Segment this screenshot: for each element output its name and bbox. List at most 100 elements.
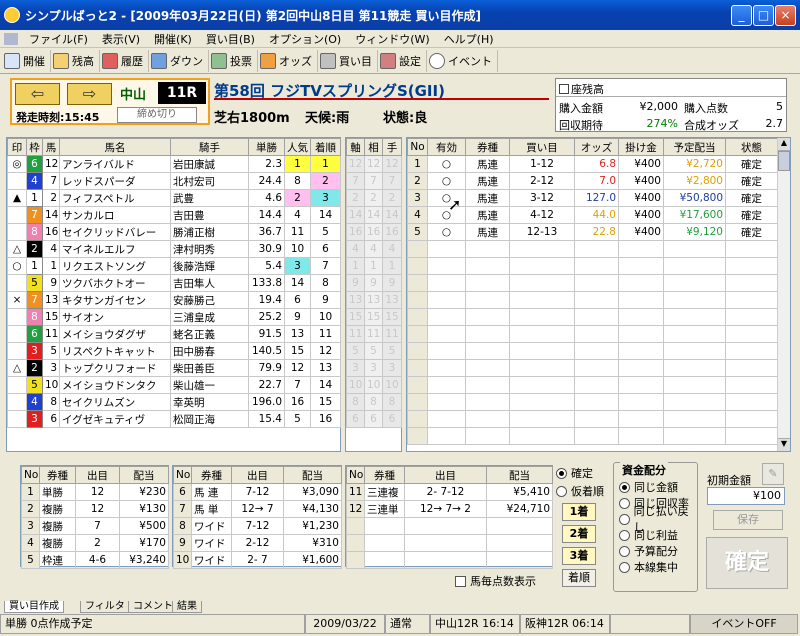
axis-cell[interactable]: 8 — [346, 393, 365, 411]
bet-col-header[interactable]: 予定配当 — [663, 138, 726, 156]
axis-cell[interactable]: 11 — [382, 325, 402, 343]
balance-mode-checkbox[interactable]: 座残高 — [559, 81, 604, 97]
bet-row[interactable] — [407, 359, 778, 377]
edit-icon[interactable]: ✎ — [762, 463, 784, 485]
mark-cell[interactable] — [7, 206, 27, 224]
menu-meeting[interactable]: 開催(K) — [147, 31, 199, 47]
horse-col-header[interactable]: 人気 — [284, 138, 311, 156]
axis-cell[interactable]: 10 — [364, 376, 383, 394]
axis-cell[interactable]: 15 — [346, 308, 365, 326]
axis-cell[interactable]: 1 — [382, 257, 402, 275]
menu-bets[interactable]: 買い目(B) — [199, 31, 262, 47]
horse-row[interactable]: 3 6 イグゼキュティヴ 松岡正海 15.4 5 16 — [7, 410, 341, 428]
mark-cell[interactable] — [7, 376, 27, 394]
bet-row[interactable] — [407, 376, 778, 394]
bet-valid[interactable] — [427, 376, 466, 394]
maximize-button[interactable]: □ — [753, 5, 774, 26]
bet-row[interactable] — [407, 393, 778, 411]
bet-valid[interactable] — [427, 291, 466, 309]
bet-col-header[interactable]: オッズ — [574, 138, 619, 156]
bet-scrollbar[interactable]: ▲ ▼ — [777, 138, 790, 451]
tool-meeting[interactable]: 開催 — [2, 49, 51, 72]
horse-row[interactable]: 6 11 メイショウダグザ 蛯名正義 91.5 13 11 — [7, 325, 341, 343]
mark-cell[interactable] — [7, 342, 27, 360]
axis-cell[interactable]: 6 — [346, 410, 365, 428]
axis-cell[interactable]: 16 — [346, 223, 365, 241]
bet-col-header[interactable]: 券種 — [465, 138, 510, 156]
bet-row[interactable] — [407, 240, 778, 258]
menu-window[interactable]: ウィンドウ(W) — [348, 31, 436, 47]
bet-row[interactable]: 5 ○ 馬連 12-13 22.8 ¥400 ¥9,120 確定 — [407, 223, 778, 241]
menu-file[interactable]: ファイル(F) — [22, 31, 95, 47]
horse-row[interactable]: 8 16 セイクリッドバレー 勝浦正樹 36.7 11 5 — [7, 223, 341, 241]
axis-cell[interactable]: 8 — [382, 393, 402, 411]
tool-balance[interactable]: 残高 — [51, 49, 100, 72]
axis-cell[interactable]: 4 — [346, 240, 365, 258]
bet-col-header[interactable]: 有効 — [427, 138, 466, 156]
axis-cell[interactable]: 5 — [382, 342, 402, 360]
bet-valid[interactable] — [427, 240, 466, 258]
tool-vote[interactable]: 投票 — [209, 49, 258, 72]
third-place-button[interactable]: 3着 — [562, 547, 596, 565]
menu-view[interactable]: 表示(V) — [95, 31, 147, 47]
scroll-thumb[interactable] — [778, 151, 790, 171]
mark-cell[interactable] — [7, 172, 27, 190]
close-button[interactable]: × — [775, 5, 796, 26]
tool-odds[interactable]: オッズ — [258, 49, 318, 72]
tool-event[interactable]: イベント — [427, 49, 498, 72]
axis-cell[interactable]: 7 — [382, 172, 402, 190]
menu-help[interactable]: ヘルプ(H) — [437, 31, 501, 47]
axis-cell[interactable]: 10 — [346, 376, 365, 394]
axis-cell[interactable]: 3 — [364, 359, 383, 377]
axis-cell[interactable]: 4 — [382, 240, 402, 258]
horse-row[interactable]: 3 5 リスペクトキャット 田中勝春 140.5 15 12 — [7, 342, 341, 360]
axis-cell[interactable]: 3 — [382, 359, 402, 377]
minimize-button[interactable]: _ — [731, 5, 752, 26]
horse-row[interactable]: ▲ 1 2 フィフスペトル 武豊 4.6 2 3 — [7, 189, 341, 207]
first-place-button[interactable]: 1着 — [562, 503, 596, 521]
bet-valid[interactable]: ○ — [427, 172, 466, 190]
bet-row[interactable] — [407, 257, 778, 275]
mark-cell[interactable] — [7, 308, 27, 326]
axis-cell[interactable]: 15 — [382, 308, 402, 326]
save-button[interactable]: 保存 — [713, 510, 783, 530]
horse-row[interactable]: 5 9 ツクバホクトオー 吉田隼人 133.8 14 8 — [7, 274, 341, 292]
bet-valid[interactable]: ○ — [427, 155, 466, 173]
axis-cell[interactable]: 9 — [382, 274, 402, 292]
tool-bets[interactable]: 買い目 — [318, 49, 378, 72]
horse-col-header[interactable]: 騎手 — [170, 138, 249, 156]
horse-row[interactable]: 5 10 メイショウドンタク 柴山雄一 22.7 7 14 — [7, 376, 341, 394]
axis-cell[interactable]: 8 — [364, 393, 383, 411]
bet-row[interactable]: 3 ○ 馬連 3-12 127.0 ¥400 ¥50,800 確定 — [407, 189, 778, 207]
mark-cell[interactable]: △ — [7, 240, 27, 258]
fund-same-payout-radio[interactable]: 同じ払い戻し — [619, 505, 697, 534]
close-timer-button[interactable]: 締め切り — [117, 107, 197, 123]
fund-budget-radio[interactable]: 予算配分 — [619, 543, 697, 559]
tab-comment[interactable]: コメント — [128, 601, 178, 613]
axis-cell[interactable]: 10 — [382, 376, 402, 394]
bet-valid[interactable]: ○ — [427, 223, 466, 241]
bet-col-header[interactable]: 掛け金 — [618, 138, 664, 156]
horse-row[interactable]: ○ 1 1 リクエストソング 後藤浩輝 5.4 3 7 — [7, 257, 341, 275]
status-event[interactable]: イベントOFF — [690, 614, 798, 634]
horse-row[interactable]: 4 8 セイクリムズン 幸英明 196.0 16 15 — [7, 393, 341, 411]
axis-cell[interactable]: 1 — [364, 257, 383, 275]
fund-same-amount-radio[interactable]: 同じ金額 — [619, 479, 697, 495]
tab-filter[interactable]: フィルタ — [80, 601, 130, 613]
horse-row[interactable]: △ 2 3 トップクリフォード 柴田善臣 79.9 12 13 — [7, 359, 341, 377]
scroll-up-arrow[interactable]: ▲ — [778, 138, 790, 151]
bet-row[interactable]: 1 ○ 馬連 1-12 6.8 ¥400 ¥2,720 確定 — [407, 155, 778, 173]
axis-cell[interactable]: 11 — [346, 325, 365, 343]
tool-settings[interactable]: 設定 — [378, 49, 427, 72]
order-button[interactable]: 着順 — [562, 569, 596, 587]
axis-cell[interactable]: 7 — [346, 172, 365, 190]
axis-cell[interactable]: 4 — [364, 240, 383, 258]
mark-cell[interactable]: △ — [7, 359, 27, 377]
bet-valid[interactable] — [427, 325, 466, 343]
axis-cell[interactable]: 9 — [364, 274, 383, 292]
bet-row[interactable]: 2 ○ 馬連 2-12 7.0 ¥400 ¥2,800 確定 — [407, 172, 778, 190]
bet-valid[interactable] — [427, 308, 466, 326]
horse-row[interactable]: 7 14 サンカルロ 吉田豊 14.4 4 14 — [7, 206, 341, 224]
bet-valid[interactable] — [427, 410, 466, 428]
bet-valid[interactable] — [427, 342, 466, 360]
